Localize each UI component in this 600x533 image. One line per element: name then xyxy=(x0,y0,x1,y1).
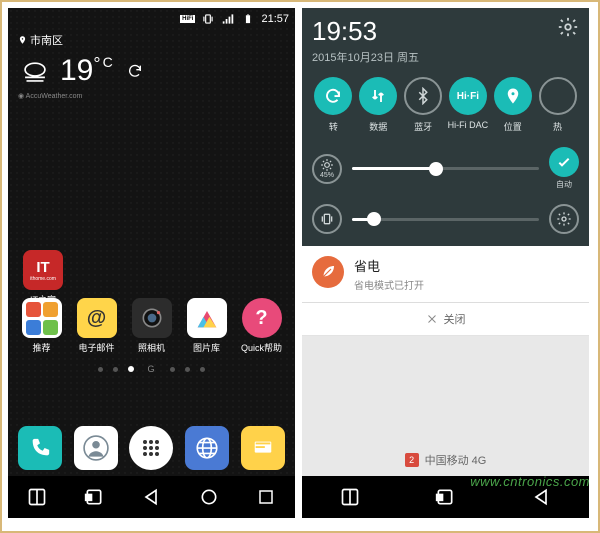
pin-icon xyxy=(18,34,27,46)
app-email[interactable]: @ 电子邮件 xyxy=(72,298,122,354)
refresh-icon[interactable] xyxy=(127,63,143,79)
dock-messages[interactable] xyxy=(241,426,285,470)
nav-qslide[interactable] xyxy=(83,486,105,508)
battery-icon xyxy=(241,12,255,26)
shade-date: 2015年10月23日 周五 xyxy=(312,49,419,65)
auto-brightness-toggle[interactable] xyxy=(549,147,579,177)
notification-battery-saver[interactable]: 省电 省电模式已打开 xyxy=(302,246,589,303)
cloud-icon xyxy=(18,54,52,88)
dock-phone[interactable] xyxy=(18,426,62,470)
qs-bluetooth[interactable]: 蓝牙 xyxy=(402,77,445,133)
location-text: 市南区 xyxy=(30,32,63,48)
qs-hifi[interactable]: Hi·Fi Hi-Fi DAC xyxy=(446,77,489,133)
app-camera[interactable]: 照相机 xyxy=(127,298,177,354)
dock-browser[interactable] xyxy=(185,426,229,470)
qs-location[interactable]: 位置 xyxy=(491,77,534,133)
qs-rotate[interactable]: 转 xyxy=(312,77,355,133)
leaf-icon xyxy=(312,256,344,288)
qs-hotspot[interactable]: 热 xyxy=(536,77,579,133)
volume-slider[interactable] xyxy=(352,218,539,221)
nav-back[interactable] xyxy=(530,486,552,508)
home-screen: HiFi 21:57 市南区 19°C ◉ AccuWeather.com IT… xyxy=(8,8,295,518)
hifi-indicator: HiFi xyxy=(180,15,195,23)
notif-close-button[interactable]: 关闭 xyxy=(302,303,589,336)
shade-header: 19:53 2015年10月23日 周五 转 数据 蓝牙 Hi·Fi Hi-Fi… xyxy=(302,8,589,246)
app-recommend[interactable]: 推荐 xyxy=(17,298,67,354)
nav-home[interactable] xyxy=(198,486,220,508)
signal-icon xyxy=(221,12,235,26)
app-grid: 推荐 @ 电子邮件 照相机 图片库 ? Quick帮助 G xyxy=(8,294,295,380)
app-quickhelp[interactable]: ? Quick帮助 xyxy=(237,298,287,354)
dock xyxy=(8,420,295,476)
brightness-row: 45% 自动 xyxy=(312,147,579,190)
shade-time: 19:53 xyxy=(312,16,419,47)
page-indicator[interactable]: G xyxy=(8,358,295,380)
close-icon xyxy=(426,313,438,325)
dock-contacts[interactable] xyxy=(74,426,118,470)
brightness-slider[interactable] xyxy=(352,167,539,170)
quick-settings: 转 数据 蓝牙 Hi·Fi Hi-Fi DAC 位置 热 xyxy=(312,77,579,133)
status-bar: HiFi 21:57 xyxy=(8,8,295,30)
nav-back[interactable] xyxy=(140,486,162,508)
vibrate-icon xyxy=(312,204,342,234)
location-row[interactable]: 市南区 xyxy=(8,30,295,50)
watermark: www.cntronics.com xyxy=(470,474,590,489)
settings-icon[interactable] xyxy=(557,16,579,38)
notif-title: 省电 xyxy=(354,256,424,275)
volume-row xyxy=(312,204,579,234)
sim-badge: 2 xyxy=(405,453,419,467)
notification-shade: 19:53 2015年10月23日 周五 转 数据 蓝牙 Hi·Fi Hi-Fi… xyxy=(302,8,589,518)
notif-subtitle: 省电模式已打开 xyxy=(354,277,424,292)
carrier-row: 2 中国移动 4G xyxy=(302,444,589,476)
temperature: 19°C xyxy=(60,54,113,88)
weather-widget[interactable]: 19°C xyxy=(8,50,295,92)
nav-qslide[interactable] xyxy=(434,486,456,508)
carrier-name: 中国移动 4G xyxy=(425,452,487,468)
nav-dual[interactable] xyxy=(26,486,48,508)
dock-apps[interactable] xyxy=(129,426,173,470)
nav-bar-left xyxy=(8,476,295,518)
brightness-icon: 45% xyxy=(312,154,342,184)
app-gallery[interactable]: 图片库 xyxy=(182,298,232,354)
nav-recent[interactable] xyxy=(255,486,277,508)
status-time: 21:57 xyxy=(261,13,289,25)
ithome-badge: IT xyxy=(36,259,49,276)
nav-dual[interactable] xyxy=(339,486,361,508)
vibrate-icon xyxy=(201,12,215,26)
qs-data[interactable]: 数据 xyxy=(357,77,400,133)
weather-provider: ◉ AccuWeather.com xyxy=(8,92,295,100)
sound-settings-icon[interactable] xyxy=(549,204,579,234)
